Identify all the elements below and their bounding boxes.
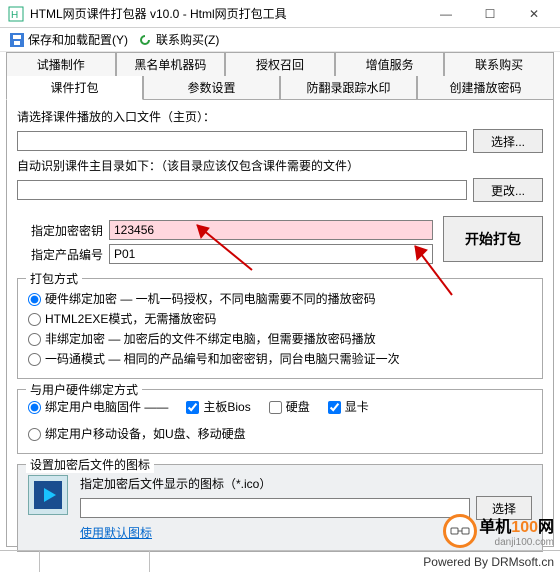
refresh-icon [138,33,152,47]
dir-label: 自动识别课件主目录如下：（该目录应该仅包含课件需要的文件） [17,157,543,174]
opt-bind-mobile[interactable]: 绑定用户移动设备，如U盘、移动硬盘 [28,425,246,442]
menu-contact-buy[interactable]: 联系购买(Z) [134,29,223,50]
product-id-input[interactable] [109,244,433,264]
tab-params[interactable]: 参数设置 [143,76,280,99]
pid-label: 指定产品编号 [17,246,103,263]
watermark-url: danji100.com [479,537,554,548]
tab-contact[interactable]: 联系购买 [444,52,554,76]
tab-value-added[interactable]: 增值服务 [335,52,445,76]
watermark: 单机100网 danji100.com [443,513,554,548]
opt-no-bind[interactable]: 非绑定加密 — 加密后的文件不绑定电脑，但需要播放密码播放 [28,330,376,347]
watermark-logo-icon [443,514,477,548]
save-icon [10,33,24,47]
icon-group-title: 设置加密后文件的图标 [26,456,154,473]
cb-disk[interactable]: 硬盘 [269,398,310,415]
entry-file-label: 请选择课件播放的入口文件（主页）： [17,108,543,125]
change-dir-button[interactable]: 更改... [473,178,543,202]
menu-label: 保存和加载配置(Y) [28,31,128,48]
tab-blacklist[interactable]: 黑名单机器码 [116,52,226,76]
opt-bind-pc[interactable]: 绑定用户电脑固件 —— [28,398,168,415]
use-default-icon-link[interactable]: 使用默认图标 [80,526,152,540]
status-cell [40,551,150,572]
tab-watermark[interactable]: 防翻录跟踪水印 [280,76,417,99]
dir-input[interactable] [17,180,467,200]
play-icon [34,481,62,509]
watermark-text: 单机100网 [479,513,554,537]
entry-file-input[interactable] [17,131,467,151]
tab-trial[interactable]: 试播制作 [6,52,116,76]
tab-recall[interactable]: 授权召回 [225,52,335,76]
opt-one-code[interactable]: 一码通模式 — 相同的产品编号和加密密钥，同台电脑只需验证一次 [28,350,400,367]
window-title: HTML网页课件打包器 v10.0 - Html网页打包工具 [30,5,424,22]
tab-create-pwd[interactable]: 创建播放密码 [417,76,554,99]
menu-save-config[interactable]: 保存和加载配置(Y) [6,29,132,50]
svg-text:H: H [11,10,18,21]
icon-path-label: 指定加密后文件显示的图标（*.ico） [80,475,532,492]
key-label: 指定加密密钥 [17,222,103,239]
app-icon: H [8,6,24,22]
tab-package[interactable]: 课件打包 [6,76,143,100]
cb-bios[interactable]: 主板Bios [186,398,250,415]
powered-by: Powered By DRMsoft.cn [423,555,560,569]
pack-mode-title: 打包方式 [26,270,82,287]
hw-bind-title: 与用户硬件绑定方式 [26,381,142,398]
start-pack-button[interactable]: 开始打包 [443,216,543,262]
opt-hw-bind[interactable]: 硬件绑定加密 — 一机一码授权，不同电脑需要不同的播放密码 [28,290,376,307]
minimize-button[interactable]: — [424,0,468,28]
icon-preview [28,475,68,515]
status-cell [0,551,40,572]
close-button[interactable]: ✕ [512,0,556,28]
encryption-key-input[interactable] [109,220,433,240]
maximize-button[interactable]: ☐ [468,0,512,28]
icon-path-input[interactable] [80,498,470,518]
opt-html2exe[interactable]: HTML2EXE模式，无需播放密码 [28,310,216,327]
menu-label: 联系购买(Z) [156,31,219,48]
cb-gpu[interactable]: 显卡 [328,398,369,415]
choose-entry-button[interactable]: 选择... [473,129,543,153]
